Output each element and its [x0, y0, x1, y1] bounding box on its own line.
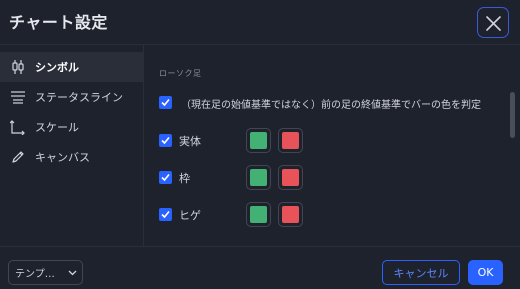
- check-icon: [161, 98, 170, 107]
- chart-settings-dialog: チャート設定 シンボル ステータスライン スケール キャンバス ローソク足 （現…: [0, 0, 520, 289]
- cancel-button[interactable]: キャンセル: [382, 260, 460, 285]
- scales-icon: [10, 119, 26, 135]
- sidebar-item-symbol[interactable]: シンボル: [0, 52, 143, 82]
- check-icon: [161, 136, 170, 145]
- section-title: ローソク足: [159, 69, 202, 78]
- template-dropdown-label: テンプ…: [15, 269, 55, 280]
- sidebar-item-canvas[interactable]: キャンバス: [0, 142, 143, 172]
- sidebar-item-label: ステータスライン: [35, 91, 123, 104]
- border-label: 枠: [179, 172, 190, 185]
- border-checkbox[interactable]: [159, 171, 172, 184]
- settings-content: ローソク足 （現在足の始値基準ではなく）前の足の終値基準でバーの色を判定 実体: [144, 44, 520, 246]
- dialog-title: チャート設定: [9, 13, 108, 32]
- check-icon: [161, 210, 170, 219]
- body-down-color-swatch[interactable]: [278, 128, 303, 153]
- close-icon: [486, 16, 501, 31]
- status-line-icon: [10, 89, 26, 105]
- prev-close-color-label: （現在足の始値基準ではなく）前の足の終値基準でバーの色を判定: [181, 100, 481, 111]
- body-checkbox[interactable]: [159, 134, 172, 147]
- template-dropdown[interactable]: テンプ…: [8, 260, 83, 285]
- chevron-down-icon: [68, 270, 77, 276]
- prev-close-color-checkbox[interactable]: [159, 96, 172, 109]
- body-label: 実体: [179, 135, 201, 148]
- ok-button[interactable]: OK: [468, 260, 503, 285]
- wick-down-color-swatch[interactable]: [278, 202, 303, 227]
- color-fill: [250, 132, 267, 149]
- sidebar-item-label: シンボル: [35, 61, 79, 74]
- settings-sidebar: シンボル ステータスライン スケール キャンバス: [0, 44, 143, 246]
- wick-up-color-swatch[interactable]: [246, 202, 271, 227]
- wick-checkbox[interactable]: [159, 208, 172, 221]
- color-fill: [282, 169, 299, 186]
- check-icon: [161, 173, 170, 182]
- border-up-color-swatch[interactable]: [246, 165, 271, 190]
- sidebar-item-scales[interactable]: スケール: [0, 112, 143, 142]
- color-fill: [250, 206, 267, 223]
- dialog-header: チャート設定: [0, 0, 520, 44]
- pencil-icon: [10, 149, 26, 165]
- body-up-color-swatch[interactable]: [246, 128, 271, 153]
- sidebar-item-label: キャンバス: [35, 151, 90, 164]
- color-fill: [282, 132, 299, 149]
- sidebar-item-status-line[interactable]: ステータスライン: [0, 82, 143, 112]
- close-button[interactable]: [477, 7, 509, 38]
- color-fill: [250, 169, 267, 186]
- sidebar-item-label: スケール: [35, 121, 79, 134]
- footer-divider: [0, 246, 520, 247]
- candles-icon: [10, 59, 26, 75]
- wick-label: ヒゲ: [179, 209, 201, 222]
- border-down-color-swatch[interactable]: [278, 165, 303, 190]
- color-fill: [282, 206, 299, 223]
- content-scrollbar[interactable]: [510, 92, 515, 138]
